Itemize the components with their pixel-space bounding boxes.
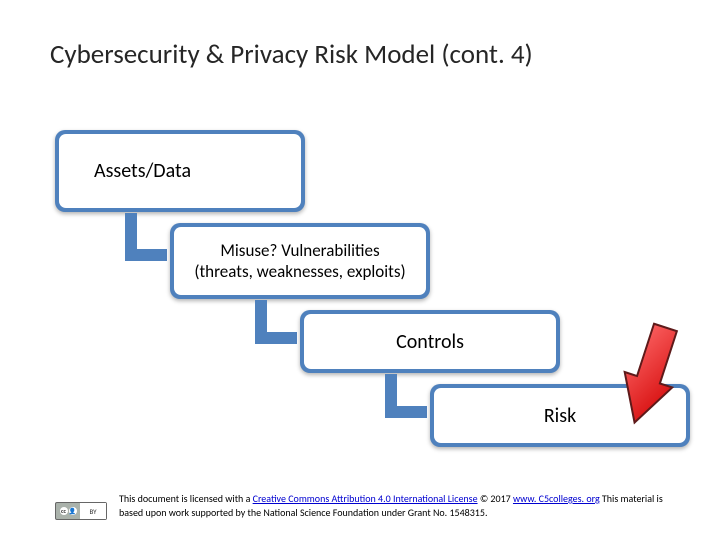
box-misuse-vulnerabilities: Misuse? Vulnerabilities (threats, weakne…	[170, 223, 430, 299]
footer-mid: © 2017	[478, 492, 513, 505]
connector-elbow-icon	[125, 213, 167, 261]
connector-elbow-icon	[385, 374, 427, 418]
box-controls: Controls	[300, 310, 560, 373]
connector-elbow-icon	[255, 300, 297, 344]
footer: cc 👤 BY This document is licensed with a…	[55, 492, 670, 520]
cc-by-badge-icon: cc 👤 BY	[55, 502, 107, 520]
license-link[interactable]: Creative Commons Attribution 4.0 Interna…	[253, 492, 478, 505]
box-misuse-label: Misuse? Vulnerabilities (threats, weakne…	[174, 227, 426, 295]
site-link[interactable]: www. C5colleges. org	[513, 492, 600, 505]
slide-title: Cybersecurity & Privacy Risk Model (cont…	[50, 38, 680, 71]
box-misuse-line2: (threats, weaknesses, exploits)	[194, 261, 405, 282]
footer-text: This document is licensed with a Creativ…	[119, 492, 670, 519]
box-assets-data-label: Assets/Data	[59, 134, 301, 208]
cc-by-text: BY	[80, 503, 106, 519]
cc-by-person-icon: 👤	[69, 507, 77, 515]
box-assets-data: Assets/Data	[55, 130, 305, 212]
cc-logo-icon: cc	[60, 507, 68, 515]
box-controls-label: Controls	[304, 314, 556, 369]
box-misuse-line1: Misuse? Vulnerabilities	[220, 240, 379, 261]
footer-prefix: This document is licensed with a	[119, 492, 253, 505]
